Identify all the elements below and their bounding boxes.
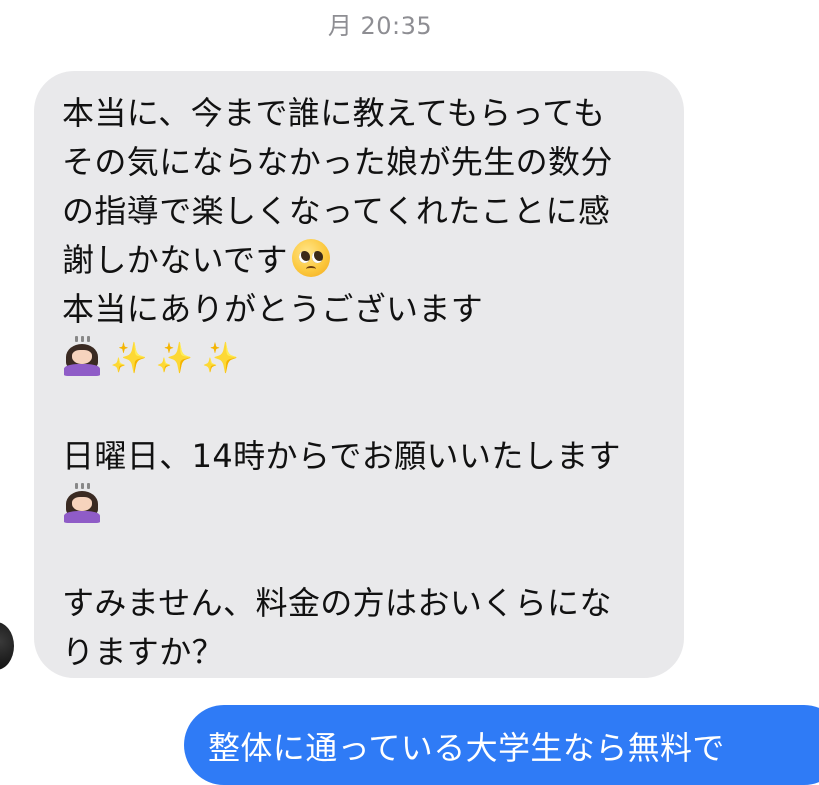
- outgoing-message-bubble[interactable]: 整体に通っている大学生なら無料で: [184, 705, 819, 785]
- sparkles-icon: ✨: [201, 340, 240, 376]
- message-line: 日曜日、14時からでお願いいたします: [62, 437, 621, 475]
- contact-avatar[interactable]: [0, 622, 14, 670]
- message-line: すみません、料金の方はおいくらにな: [62, 584, 612, 622]
- pleading-face-icon: [291, 239, 330, 277]
- message-line: 本当にありがとうございます: [62, 290, 484, 328]
- sparkles-icon: ✨: [155, 340, 194, 376]
- person-bowing-icon: [62, 483, 102, 523]
- emoji-line: ✨ ✨ ✨: [62, 334, 664, 383]
- message-timestamp: 月 20:35: [327, 12, 433, 40]
- message-line-with-emoji: 謝しかないです: [62, 236, 664, 285]
- incoming-message-bubble[interactable]: 本当に、今まで誰に教えてもらっても その気にならなかった娘が先生の数分 の指導で…: [34, 71, 684, 678]
- message-line-text: 謝しかないです: [62, 241, 288, 279]
- message-line: りますか？: [62, 633, 225, 671]
- message-line: の指導で楽しくなってくれたことに感: [62, 192, 611, 230]
- sparkles-icon: ✨: [110, 340, 148, 376]
- message-line: 本当に、今まで誰に教えてもらっても: [62, 94, 606, 132]
- outgoing-message-text: 整体に通っている大学生なら無料で: [208, 729, 725, 767]
- person-bowing-icon: [62, 336, 102, 376]
- emoji-line: [62, 481, 664, 530]
- message-line: その気にならなかった娘が先生の数分: [62, 143, 613, 181]
